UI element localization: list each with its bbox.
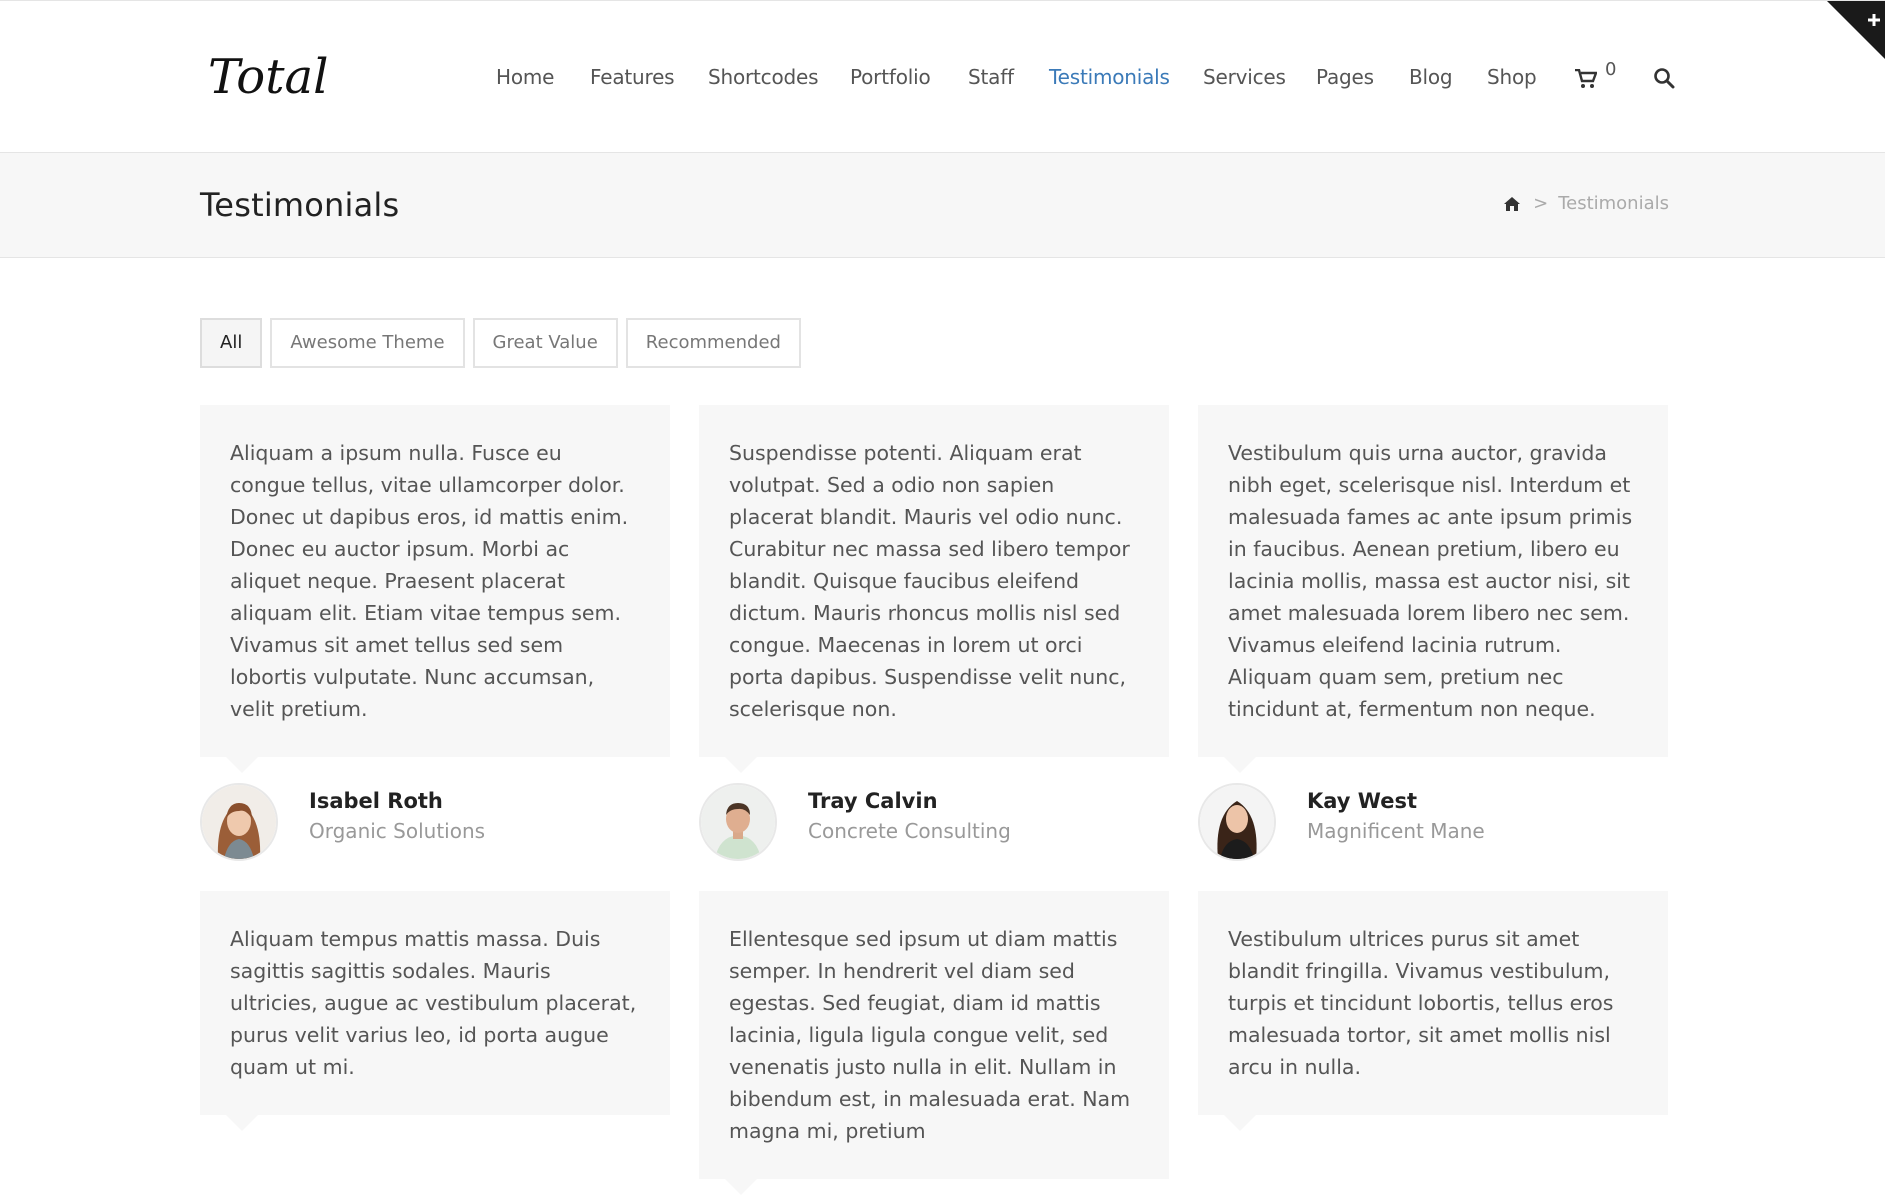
page-title: Testimonials <box>200 186 400 224</box>
home-icon[interactable] <box>1503 196 1521 212</box>
cart-icon <box>1575 69 1597 88</box>
testimonial-card: Vestibulum quis urna auctor, gravida nib… <box>1198 405 1668 773</box>
avatar-image <box>202 785 276 859</box>
testimonial-card: Suspendisse potenti. Aliquam erat volutp… <box>699 405 1169 773</box>
filter-all-button[interactable]: All <box>200 318 263 368</box>
filter-awesome-theme-button[interactable]: Awesome Theme <box>270 318 465 368</box>
plus-icon <box>1827 1 1885 59</box>
avatar <box>200 783 278 861</box>
nav-item-testimonials[interactable]: Testimonials <box>1049 65 1170 89</box>
author-name: Isabel Roth <box>309 789 443 813</box>
nav-item-services[interactable]: Services <box>1203 65 1286 89</box>
cart-count: 0 <box>1605 59 1617 80</box>
testimonial-author: Tray Calvin Concrete Consulting <box>699 757 1169 881</box>
testimonial-text: Aliquam tempus mattis massa. Duis sagitt… <box>230 927 637 1079</box>
site-header: Total Home Features Shortcodes Portfolio… <box>0 1 1885 152</box>
nav-item-shop[interactable]: Shop <box>1487 65 1537 89</box>
nav-item-staff[interactable]: Staff <box>968 65 1014 89</box>
breadcrumb-current: Testimonials <box>1558 193 1669 214</box>
breadcrumb: > Testimonials <box>1503 193 1669 214</box>
testimonial-text: Ellentesque sed ipsum ut diam mattis sem… <box>729 927 1131 1143</box>
testimonial-author: Isabel Roth Organic Solutions <box>200 757 670 881</box>
avatar-image <box>1200 785 1274 859</box>
testimonial-text: Vestibulum ultrices purus sit amet bland… <box>1228 927 1614 1079</box>
cart-button[interactable]: 0 <box>1573 59 1623 95</box>
corner-toggle-button[interactable] <box>1827 1 1885 59</box>
author-company: Magnificent Mane <box>1307 819 1485 843</box>
nav-item-portfolio[interactable]: Portfolio <box>850 65 931 89</box>
search-icon <box>1654 68 1675 89</box>
author-company: Concrete Consulting <box>808 819 1011 843</box>
author-name: Tray Calvin <box>808 789 938 813</box>
testimonial-text: Aliquam a ipsum nulla. Fusce eu congue t… <box>230 441 629 721</box>
testimonial-author: Kay West Magnificent Mane <box>1198 757 1668 881</box>
breadcrumb-separator: > <box>1533 193 1549 214</box>
avatar <box>1198 783 1276 861</box>
author-name: Kay West <box>1307 789 1417 813</box>
page-title-bar: Testimonials > Testimonials <box>0 152 1885 258</box>
testimonial-text: Suspendisse potenti. Aliquam erat volutp… <box>729 441 1130 721</box>
testimonial-card: Aliquam tempus mattis massa. Duis sagitt… <box>200 891 670 1131</box>
main-nav: Home Features Shortcodes Portfolio Staff… <box>0 1 1885 152</box>
author-company: Organic Solutions <box>309 819 486 843</box>
testimonial-card: Ellentesque sed ipsum ut diam mattis sem… <box>699 891 1169 1195</box>
filter-recommended-button[interactable]: Recommended <box>625 318 801 368</box>
search-button[interactable] <box>1653 67 1675 89</box>
testimonial-card: Aliquam a ipsum nulla. Fusce eu congue t… <box>200 405 670 773</box>
avatar <box>699 783 777 861</box>
nav-item-pages[interactable]: Pages <box>1316 65 1374 89</box>
nav-item-blog[interactable]: Blog <box>1409 65 1453 89</box>
testimonial-card: Vestibulum ultrices purus sit amet bland… <box>1198 891 1668 1131</box>
testimonial-text: Vestibulum quis urna auctor, gravida nib… <box>1228 441 1633 721</box>
testimonial-filters: All Awesome Theme Great Value Recommende… <box>200 318 801 368</box>
nav-item-features[interactable]: Features <box>590 65 675 89</box>
nav-item-shortcodes[interactable]: Shortcodes <box>708 65 819 89</box>
testimonial-column: Vestibulum quis urna auctor, gravida nib… <box>1198 405 1668 1131</box>
testimonial-column: Suspendisse potenti. Aliquam erat volutp… <box>699 405 1169 1195</box>
testimonial-column: Aliquam a ipsum nulla. Fusce eu congue t… <box>200 405 670 1131</box>
filter-great-value-button[interactable]: Great Value <box>472 318 618 368</box>
nav-item-home[interactable]: Home <box>496 65 554 89</box>
avatar-image <box>701 785 775 859</box>
